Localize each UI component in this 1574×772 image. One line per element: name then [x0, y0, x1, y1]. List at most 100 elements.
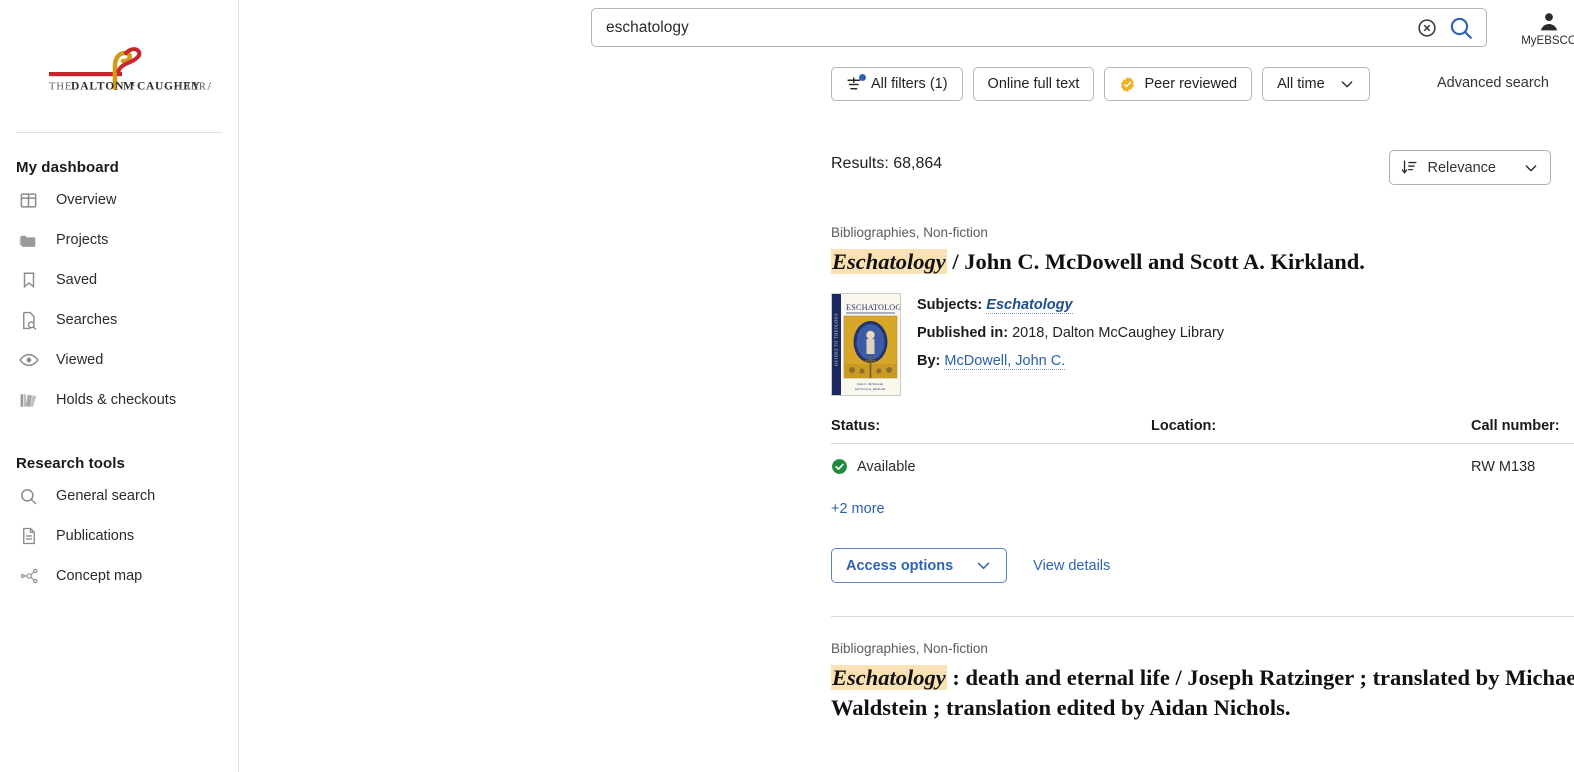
sidebar-item-label: General search	[56, 488, 156, 504]
call-number-cell: RW M138	[1471, 458, 1536, 475]
location-column-header: Location:	[1151, 418, 1217, 434]
svg-text:c: c	[132, 79, 136, 88]
status-column-header: Status:	[831, 418, 881, 434]
subjects-row: Subjects: Eschatology	[917, 297, 1224, 314]
myebsco-account-button[interactable]: MyEBSCO	[1513, 8, 1574, 47]
online-full-text-button[interactable]: Online full text	[972, 67, 1095, 101]
chevron-down-icon	[975, 557, 992, 574]
user-avatar-icon	[1540, 13, 1558, 31]
all-filters-label: All filters (1)	[871, 76, 948, 92]
book-cover-thumbnail[interactable]: GUIDES TO THEOLOGY ESCHATOLOGY	[831, 293, 907, 396]
subject-link[interactable]: Eschatology	[986, 297, 1073, 314]
availability-header: Status: Location: Call number:	[831, 418, 1574, 444]
availability-table: Status: Location: Call number: Available…	[831, 418, 1574, 475]
sort-icon	[1401, 159, 1418, 176]
sort-label: Relevance	[1427, 159, 1496, 176]
published-label: Published in:	[917, 325, 1009, 341]
all-time-label: All time	[1277, 76, 1325, 92]
sidebar-item-overview[interactable]: Overview	[0, 180, 238, 220]
sidebar-item-label: Concept map	[56, 568, 143, 584]
submit-search-button[interactable]	[1446, 13, 1476, 43]
online-full-text-label: Online full text	[987, 76, 1080, 92]
status-cell: Available	[831, 458, 1151, 475]
svg-text:ESCHATOLOGY: ESCHATOLOGY	[846, 303, 900, 312]
search-zone	[591, 8, 1487, 47]
top-bar: MyEBSCO	[239, 0, 1574, 47]
document-search-icon	[18, 310, 39, 331]
sidebar-item-label: Viewed	[56, 352, 104, 368]
sidebar-item-projects[interactable]: Projects	[0, 220, 238, 260]
sidebar-item-publications[interactable]: Publications	[0, 516, 238, 556]
result-title[interactable]: Eschatology : death and eternal life / J…	[831, 663, 1574, 723]
view-details-link[interactable]: View details	[1033, 558, 1110, 574]
filter-lines-icon	[846, 73, 866, 93]
all-filters-button[interactable]: All filters (1)	[831, 67, 963, 101]
research-section-title: Research tools	[16, 455, 125, 472]
result-separator	[831, 616, 1574, 617]
search-input[interactable]	[606, 18, 1414, 37]
layout-icon	[18, 190, 39, 211]
svg-text:THE: THE	[49, 82, 72, 93]
svg-text:and Scott A. Kirkland: and Scott A. Kirkland	[855, 387, 886, 391]
result-title-highlight: Eschatology	[831, 665, 947, 690]
check-circle-icon	[831, 458, 848, 475]
result-item: Bibliographies, Non-fiction Eschatology …	[831, 641, 1574, 723]
eye-icon	[18, 350, 39, 371]
search-icon	[18, 486, 39, 507]
sidebar-item-holds-checkouts[interactable]: Holds & checkouts	[0, 380, 238, 420]
svg-text:John C. McDowell: John C. McDowell	[857, 382, 884, 386]
all-time-button[interactable]: All time	[1262, 67, 1370, 101]
peer-reviewed-button[interactable]: Peer reviewed	[1104, 67, 1253, 101]
show-more-holdings-link[interactable]: +2 more	[831, 501, 885, 517]
sidebar-item-concept-map[interactable]: Concept map	[0, 556, 238, 596]
svg-text:GUIDES TO THEOLOGY: GUIDES TO THEOLOGY	[834, 312, 839, 366]
author-link[interactable]: McDowell, John C.	[944, 353, 1066, 370]
sidebar-item-label: Projects	[56, 232, 109, 248]
sidebar-item-general-search[interactable]: General search	[0, 476, 238, 516]
sidebar-item-label: Searches	[56, 312, 118, 328]
result-item: Bibliographies, Non-fiction Eschatology …	[831, 225, 1574, 617]
sidebar-item-label: Publications	[56, 528, 135, 544]
subjects-label: Subjects:	[917, 297, 983, 313]
folder-icon	[18, 230, 39, 251]
chevron-down-icon	[1523, 160, 1539, 176]
result-metadata: Subjects: Eschatology Published in: 2018…	[917, 293, 1224, 396]
result-title-highlight: Eschatology	[831, 249, 947, 274]
result-title[interactable]: Eschatology / John C. McDowell and Scott…	[831, 247, 1574, 277]
result-type: Bibliographies, Non-fiction	[831, 641, 988, 656]
svg-text:LIBRARY: LIBRARY	[179, 82, 211, 93]
sidebar-item-label: Holds & checkouts	[56, 392, 177, 408]
peer-reviewed-badge-icon	[1119, 76, 1136, 93]
access-options-button[interactable]: Access options	[831, 548, 1008, 583]
bookmark-icon	[18, 270, 39, 291]
clear-search-button[interactable]	[1414, 15, 1440, 41]
search-bar[interactable]	[591, 8, 1487, 47]
sidebar-item-saved[interactable]: Saved	[0, 260, 238, 300]
library-logo[interactable]: THE DALTON M c CAUGHEY LIBRARY	[0, 0, 238, 96]
sidebar-item-viewed[interactable]: Viewed	[0, 340, 238, 380]
sidebar-item-label: Saved	[56, 272, 98, 288]
call-number-column-header: Call number:	[1471, 418, 1560, 434]
sidebar-item-label: Overview	[56, 192, 117, 208]
published-value: 2018, Dalton McCaughey Library	[1012, 325, 1225, 341]
sidebar: THE DALTON M c CAUGHEY LIBRARY My dashbo…	[0, 0, 239, 772]
app-root: THE DALTON M c CAUGHEY LIBRARY My dashbo…	[0, 0, 1574, 772]
svg-text:DALTON: DALTON	[71, 81, 124, 93]
sort-dropdown[interactable]: Relevance	[1389, 150, 1551, 185]
result-body: GUIDES TO THEOLOGY ESCHATOLOGY	[831, 293, 1574, 396]
dashboard-nav: Overview Projects Saved Searches Viewed …	[0, 180, 238, 420]
concept-map-icon	[18, 566, 39, 587]
main-content: MyEBSCO All filters (1) Online full text	[239, 0, 1574, 772]
access-options-label: Access options	[846, 557, 954, 574]
dalton-mccaughey-logo-icon: THE DALTON M c CAUGHEY LIBRARY	[49, 47, 211, 93]
sidebar-item-searches[interactable]: Searches	[0, 300, 238, 340]
advanced-search-link[interactable]: Advanced search	[1437, 75, 1549, 91]
dashboard-section-title: My dashboard	[16, 159, 119, 176]
results-list: Bibliographies, Non-fiction Eschatology …	[831, 225, 1574, 723]
filter-bar: All filters (1) Online full text Peer re…	[831, 67, 1370, 101]
books-icon	[18, 390, 39, 411]
result-type: Bibliographies, Non-fiction	[831, 225, 988, 240]
author-row: By: McDowell, John C.	[917, 353, 1224, 370]
chevron-down-icon	[1339, 76, 1355, 92]
document-icon	[18, 526, 39, 547]
